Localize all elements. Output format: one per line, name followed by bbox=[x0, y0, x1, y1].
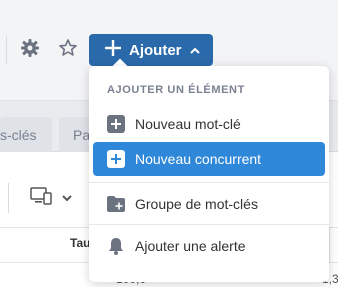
tab-label: s-clés bbox=[0, 127, 37, 143]
toolbar-divider bbox=[6, 36, 7, 64]
menu-item-label: Ajouter une alerte bbox=[135, 238, 246, 254]
menu-item-new-keyword[interactable]: Nouveau mot-clé bbox=[93, 107, 325, 141]
desktop-mobile-icon bbox=[30, 186, 52, 210]
settings-button[interactable] bbox=[18, 38, 42, 62]
menu-item-add-alert[interactable]: Ajouter une alerte bbox=[93, 229, 325, 263]
column-divider bbox=[329, 228, 330, 262]
add-element-menu: AJOUTER UN ÉLÉMENT Nouveau mot-clé Nouve… bbox=[89, 66, 329, 282]
menu-item-label: Nouveau mot-clé bbox=[135, 116, 241, 132]
bell-icon bbox=[107, 237, 125, 255]
menu-header: AJOUTER UN ÉLÉMENT bbox=[107, 84, 245, 96]
menu-separator bbox=[89, 224, 329, 225]
plus-square-icon bbox=[107, 150, 125, 168]
tab-label: Pa bbox=[73, 127, 91, 143]
plus-icon bbox=[105, 40, 121, 60]
chevron-down-icon bbox=[62, 189, 72, 207]
menu-item-keyword-group[interactable]: Groupe de mot-clés bbox=[93, 187, 325, 221]
menu-item-label: Nouveau concurrent bbox=[135, 151, 262, 167]
plus-square-icon bbox=[107, 115, 125, 133]
folder-plus-icon bbox=[107, 195, 125, 213]
menu-item-label: Groupe de mot-clés bbox=[135, 196, 258, 212]
add-button[interactable]: Ajouter bbox=[89, 34, 213, 66]
chevron-up-icon bbox=[189, 42, 200, 59]
add-button-label: Ajouter bbox=[129, 41, 182, 59]
menu-separator bbox=[89, 182, 329, 183]
tab-keywords[interactable]: s-clés bbox=[0, 117, 52, 153]
gear-icon bbox=[20, 38, 40, 63]
star-icon bbox=[58, 38, 78, 63]
toolbar-divider bbox=[8, 183, 9, 213]
menu-item-new-competitor[interactable]: Nouveau concurrent bbox=[93, 142, 325, 176]
device-selector[interactable] bbox=[30, 186, 74, 210]
favorite-button[interactable] bbox=[56, 38, 80, 62]
column-header: Tau bbox=[70, 236, 91, 250]
